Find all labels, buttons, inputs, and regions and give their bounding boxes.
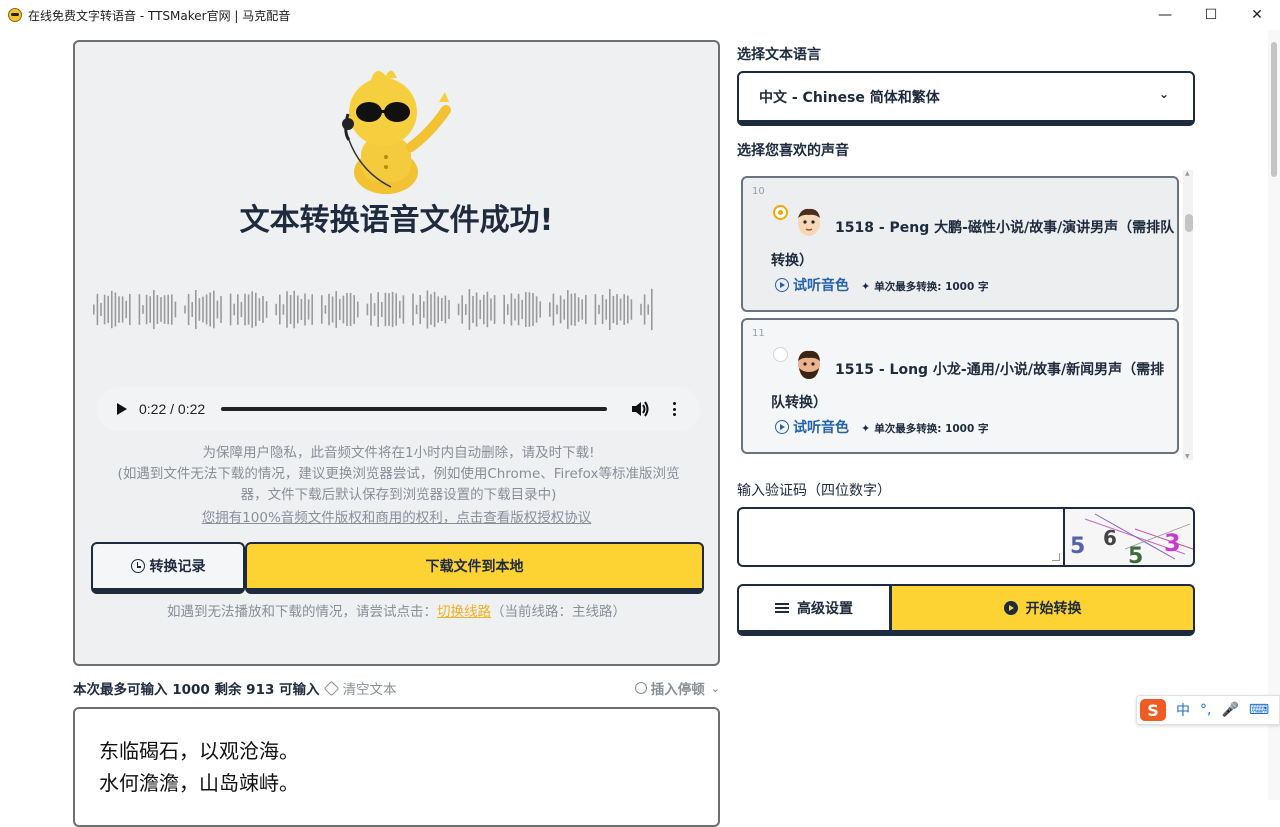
text-input-area[interactable]: 东临碣石，以观沧海。 水何澹澹，山岛竦峙。 bbox=[73, 707, 720, 827]
char-count: 本次最多可输入 1000 剩余 913 可输入 bbox=[73, 682, 320, 698]
advanced-settings-label: 高级设置 bbox=[797, 601, 853, 617]
listen-button[interactable]: 试听音色 bbox=[775, 275, 849, 295]
resize-grip-icon[interactable] bbox=[1052, 553, 1060, 561]
start-convert-button[interactable]: 开始转换 bbox=[890, 584, 1195, 636]
voice-index: 10 bbox=[752, 186, 765, 197]
ime-toolbar: S 中 °, 🎤 ⌨ bbox=[1136, 695, 1280, 725]
voice-name: 1515 - Long 小龙-通用/小说/故事/新闻男声（需排队转换） bbox=[771, 362, 1165, 411]
title-bar: 在线免费文字转语音 - TTSMaker官网 | 马克配音 — ☐ ✕ bbox=[0, 0, 1280, 30]
play-circle-icon bbox=[1003, 601, 1018, 615]
input-info-row: 本次最多可输入 1000 剩余 913 可输入 清空文本 插入停顿 ⌄ bbox=[73, 678, 720, 698]
voice-list-scrollbar[interactable]: ▲ ▼ bbox=[1183, 170, 1193, 460]
window-controls: — ☐ ✕ bbox=[1142, 0, 1280, 30]
more-options-icon[interactable] bbox=[671, 400, 677, 418]
voice-label: 选择您喜欢的声音 bbox=[737, 143, 849, 159]
captcha-char: 5 bbox=[1070, 534, 1085, 559]
listen-label: 试听音色 bbox=[793, 420, 849, 436]
voice-list: 10 1518 - Peng 大鹏-磁性小说/故事/演讲男声（需排队转换） 试听… bbox=[737, 168, 1195, 460]
history-button[interactable]: 转换记录 bbox=[91, 542, 245, 594]
listen-label: 试听音色 bbox=[793, 278, 849, 294]
play-circle-icon bbox=[775, 420, 789, 434]
voice-card[interactable]: 11 1515 - Long 小龙-通用/小说/故事/新闻男声（需排队转换） 试… bbox=[741, 318, 1179, 454]
sparkle-icon: ✦ bbox=[861, 280, 871, 293]
audio-player[interactable]: 0:22 / 0:22 bbox=[97, 387, 700, 431]
scrollbar-thumb[interactable] bbox=[1185, 214, 1193, 232]
maximize-button[interactable]: ☐ bbox=[1188, 0, 1234, 30]
clock-icon bbox=[130, 559, 145, 573]
minimize-button[interactable]: — bbox=[1142, 0, 1188, 30]
switch-line-text: 如遇到无法播放和下载的情况，请尝试点击：切换线路（当前线路：主线路） bbox=[75, 600, 718, 620]
download-button[interactable]: 下载文件到本地 bbox=[245, 542, 704, 594]
captcha-graphic: 5 6 5 3 bbox=[1070, 513, 1193, 567]
switch-line-link[interactable]: 切换线路 bbox=[437, 604, 491, 620]
insert-pause-label: 插入停顿 bbox=[650, 682, 705, 698]
play-circle-icon bbox=[775, 278, 789, 292]
captcha-input[interactable] bbox=[737, 507, 1064, 567]
audio-time: 0:22 / 0:22 bbox=[139, 401, 206, 417]
voice-index: 11 bbox=[752, 328, 765, 339]
captcha-image[interactable]: 5 6 5 3 bbox=[1063, 507, 1195, 567]
page-scrollbar[interactable] bbox=[1268, 30, 1280, 800]
language-label: 选择文本语言 bbox=[737, 47, 821, 63]
advanced-settings-button[interactable]: 高级设置 bbox=[737, 584, 891, 636]
chevron-down-icon: ⌄ bbox=[710, 681, 720, 695]
listen-button[interactable]: 试听音色 bbox=[775, 417, 849, 437]
text-line: 东临碣石，以观沧海。 bbox=[99, 739, 299, 763]
char-limit: ✦ 单次最多转换: 1000 字 bbox=[861, 421, 988, 436]
app-icon bbox=[8, 8, 22, 22]
captcha-label: 输入验证码（四位数字） bbox=[737, 483, 891, 499]
result-panel: 文本转换语音文件成功! 0:22 / 0:22 为保障用户隐私，此音频文件将在1… bbox=[73, 40, 720, 666]
window-title: 在线免费文字转语音 - TTSMaker官网 | 马克配音 bbox=[28, 8, 291, 23]
switch-line-suffix: （当前线路：主线路） bbox=[491, 604, 626, 620]
history-button-label: 转换记录 bbox=[149, 559, 206, 575]
scrollbar-thumb[interactable] bbox=[1271, 42, 1277, 177]
language-selected: 中文 - Chinese 简体和繁体 bbox=[759, 89, 940, 106]
privacy-notice: 为保障用户隐私，此音频文件将在1小时内自动删除，请及时下载! bbox=[202, 445, 595, 461]
keyboard-icon[interactable]: ⌨ bbox=[1249, 702, 1269, 718]
voice-card[interactable]: 10 1518 - Peng 大鹏-磁性小说/故事/演讲男声（需排队转换） 试听… bbox=[741, 176, 1179, 312]
audio-waveform bbox=[93, 288, 653, 331]
audio-progress-bar[interactable] bbox=[221, 407, 608, 411]
timer-icon bbox=[634, 682, 647, 694]
ime-logo-icon[interactable]: S bbox=[1140, 699, 1166, 721]
char-limit: ✦ 单次最多转换: 1000 字 bbox=[861, 279, 988, 294]
chevron-down-icon: ⌄ bbox=[1158, 87, 1169, 101]
mascot-image bbox=[342, 70, 451, 194]
ime-punct-toggle[interactable]: °, bbox=[1200, 702, 1211, 718]
volume-icon[interactable] bbox=[629, 398, 651, 420]
clear-text-button[interactable]: 清空文本 bbox=[323, 678, 397, 698]
language-select[interactable]: 中文 - Chinese 简体和繁体 ⌄ bbox=[737, 71, 1195, 126]
play-icon[interactable] bbox=[113, 400, 131, 418]
captcha-char: 5 bbox=[1128, 544, 1143, 567]
sparkle-icon: ✦ bbox=[861, 422, 871, 435]
ime-lang-toggle[interactable]: 中 bbox=[1176, 700, 1190, 720]
insert-pause-button[interactable]: 插入停顿 ⌄ bbox=[634, 678, 720, 698]
close-button[interactable]: ✕ bbox=[1234, 0, 1280, 30]
clear-text-label: 清空文本 bbox=[342, 682, 397, 698]
char-limit-label: 单次最多转换: 1000 字 bbox=[874, 281, 989, 293]
switch-line-prefix: 如遇到无法播放和下载的情况，请尝试点击： bbox=[167, 604, 437, 620]
download-hint: (如遇到文件无法下载的情况，建议更换浏览器尝试，例如使用Chrome、Firef… bbox=[117, 466, 680, 503]
microphone-icon[interactable]: 🎤 bbox=[1221, 702, 1238, 718]
char-limit-label: 单次最多转换: 1000 字 bbox=[874, 423, 989, 435]
captcha-char: 3 bbox=[1164, 529, 1181, 557]
sliders-icon bbox=[775, 602, 789, 614]
success-title: 文本转换语音文件成功! bbox=[239, 203, 554, 238]
start-convert-label: 开始转换 bbox=[1025, 601, 1082, 617]
voice-name: 1518 - Peng 大鹏-磁性小说/故事/演讲男声（需排队转换） bbox=[771, 220, 1175, 269]
text-line: 水何澹澹，山岛竦峙。 bbox=[99, 771, 299, 795]
license-link[interactable]: 您拥有100%音频文件版权和商用的权利，点击查看版权授权协议 bbox=[75, 506, 718, 526]
eraser-icon bbox=[323, 680, 339, 696]
captcha-char: 6 bbox=[1103, 526, 1117, 550]
